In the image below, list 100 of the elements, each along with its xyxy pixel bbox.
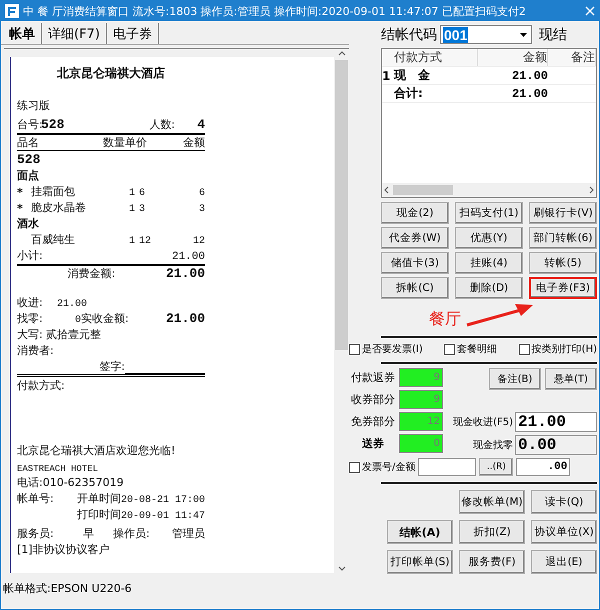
horizontal-scrollbar[interactable]	[382, 183, 596, 197]
coupon-label: 付款返券	[350, 370, 396, 385]
receipt-text: 3	[139, 204, 146, 215]
cash-field[interactable]: 0.00	[515, 435, 597, 455]
scroll-up-icon[interactable]	[338, 51, 346, 56]
payment-button[interactable]: 挂账(4)	[455, 252, 523, 274]
receipt-text: 付款方式:	[17, 378, 66, 393]
option-checkbox[interactable]: 按类别打印(H)	[518, 342, 597, 356]
checkout-code-label: 结帐代码	[381, 26, 437, 44]
action-button[interactable]: 修改帐单(M)	[459, 490, 525, 514]
receipt-text: 20-09-01 11:47	[121, 511, 205, 522]
payment-button[interactable]: 电子券(F3)	[529, 277, 597, 299]
receipt-text: 528	[17, 152, 42, 167]
receipt-text: 21.00	[57, 299, 88, 310]
cash-field[interactable]: 21.00	[515, 412, 597, 432]
receipt-text: 12	[192, 236, 205, 247]
payment-button[interactable]: 优惠(Y)	[455, 227, 523, 249]
action-button[interactable]: 协议单位(X)	[531, 520, 597, 544]
table-cell-text: 合计:	[394, 85, 424, 102]
scroll-left-icon[interactable]	[384, 186, 389, 194]
checkbox[interactable]	[518, 344, 530, 354]
payment-button[interactable]: 扫码支付(1)	[455, 202, 523, 224]
app-icon	[5, 4, 19, 18]
receipt-text: 收进:	[17, 295, 44, 310]
payment-button[interactable]: 代金券(W)	[381, 227, 449, 249]
checkout-code-dropdown[interactable]: 001	[440, 25, 532, 44]
receipt-text: 528	[41, 117, 66, 132]
checkbox[interactable]	[349, 344, 360, 354]
receipt-text: 人数:	[149, 117, 175, 132]
payment-button[interactable]: 储值卡(3)	[381, 252, 449, 274]
coupon-count: 0	[399, 434, 443, 453]
checkbox[interactable]	[349, 462, 360, 472]
invoice-number-field[interactable]	[418, 458, 476, 476]
invoice-checkbox[interactable]: 发票号/金额	[349, 460, 416, 474]
receipt-text: 面点	[17, 168, 40, 183]
payment-button[interactable]: 删除(D)	[455, 277, 523, 299]
receipt-text: 0	[74, 315, 81, 326]
receipt-text: 消费金额:	[66, 266, 116, 281]
action-button[interactable]: 结帐(A)	[387, 520, 453, 544]
close-icon[interactable]	[585, 6, 595, 16]
table-cell-text: 21.00	[510, 68, 548, 82]
receipt-text: 1	[129, 188, 136, 199]
scroll-right-icon[interactable]	[589, 186, 594, 194]
receipt-text: 百威纯生	[31, 232, 76, 247]
scrollbar[interactable]	[334, 49, 349, 573]
receipt-text: 找零:	[17, 311, 44, 326]
receipt-text: 脆皮水晶卷	[31, 200, 87, 215]
invoice-amount-field[interactable]: .00	[516, 458, 570, 476]
receipt-text: 品名	[17, 135, 40, 150]
receipt-text: 电话:010-62357019	[17, 475, 125, 490]
receipt-text: 消费者:	[17, 343, 55, 358]
browse-button[interactable]: ..(R)	[479, 458, 514, 476]
receipt-text: 小计:	[17, 248, 44, 263]
receipt-text: 操作员:	[113, 526, 151, 541]
receipt-text: 20-08-21 17:00	[121, 495, 205, 506]
receipt-text: 帐单号:	[17, 491, 55, 506]
payment-button[interactable]: 现金(2)	[381, 202, 449, 224]
cash-label: 现金收进(F5)	[453, 416, 513, 429]
option-checkbox[interactable]: 套餐明细	[444, 342, 498, 356]
scroll-down-icon[interactable]	[338, 566, 346, 571]
receipt-text: 挂霜面包	[31, 184, 76, 199]
payment-button[interactable]: 部门转帐(6)	[529, 227, 597, 249]
coupon-count: 9	[399, 368, 443, 387]
receipt-text: 21.00	[166, 266, 205, 281]
action-button[interactable]: 折扣(Z)	[459, 520, 525, 544]
receipt-text: 台号:	[17, 117, 41, 132]
receipt-text: *	[17, 202, 24, 215]
receipt-text: 12	[139, 236, 152, 247]
payment-button[interactable]: 刷银行卡(V)	[529, 202, 597, 224]
checkout-mode: 现结	[539, 26, 567, 44]
receipt-text: 开单时间	[77, 491, 121, 506]
receipt-text: 酒水	[17, 216, 40, 231]
receipt-text: 北京昆仑瑞祺大酒店欢迎您光临!	[17, 443, 176, 458]
cash-label: 现金找零	[473, 438, 513, 452]
checkbox[interactable]	[444, 344, 456, 354]
receipt-text: 6	[139, 188, 146, 199]
action-button[interactable]: 退出(E)	[531, 550, 597, 574]
receipt-text: *	[17, 186, 24, 199]
receipt-text: 金额	[182, 135, 205, 150]
receipt-text: 打印时间	[77, 507, 121, 522]
window-title: 中 餐 厅消费结算窗口 流水号:1803 操作员:管理员 操作时间:2020-09-01 11:47:07 已配置扫码支付2	[23, 4, 527, 18]
side-button[interactable]: 备注(B)	[489, 368, 541, 390]
coupon-label: 免券部分	[350, 414, 396, 429]
receipt-text: [1]非协议协议客户	[17, 542, 111, 557]
receipt-title: 北京昆仑瑞祺大酒店	[56, 65, 166, 82]
side-button[interactable]: 悬单(T)	[545, 368, 597, 390]
coupon-label: 收券部分	[350, 392, 396, 407]
action-button[interactable]: 打印帐单(S)	[387, 550, 453, 574]
option-checkbox[interactable]: 是否要发票(I)	[349, 342, 423, 356]
action-button[interactable]: 读卡(Q)	[531, 490, 597, 514]
receipt-text: 21.00	[166, 311, 205, 326]
row-index: 1	[382, 68, 392, 82]
receipt-text: 签字:	[98, 359, 125, 374]
payment-button[interactable]: 转帐(5)	[529, 252, 597, 274]
payment-button[interactable]: 拆帐(C)	[381, 277, 449, 299]
receipt-text: 实收金额:	[81, 311, 130, 326]
receipt-text: 1	[129, 236, 136, 247]
status-text: 帐单格式:EPSON U220-6	[3, 582, 132, 595]
dropdown-caret-icon[interactable]	[520, 32, 527, 36]
action-button[interactable]: 服务费(F)	[459, 550, 525, 574]
